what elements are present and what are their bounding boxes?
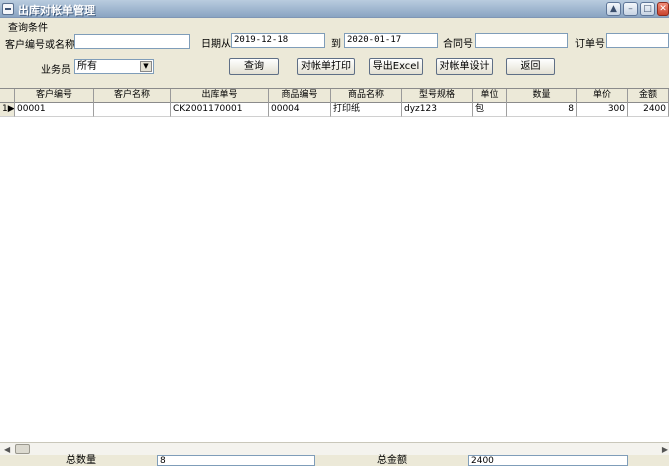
order-input[interactable] bbox=[606, 33, 669, 48]
totals-bar: 总数量 8 总金额 2400 bbox=[0, 455, 669, 466]
query-section-label: 查询条件 bbox=[8, 23, 48, 34]
order-label: 订单号 bbox=[575, 39, 605, 50]
export-excel-button[interactable]: 导出Excel bbox=[369, 58, 423, 75]
col-header[interactable]: 客户编号 bbox=[15, 89, 94, 103]
customer-label: 客户编号或名称 bbox=[5, 40, 75, 51]
date-from-input[interactable]: 2019-12-18 bbox=[231, 33, 325, 48]
cell-unit[interactable]: 包 bbox=[473, 103, 507, 117]
date-from-label: 日期从 bbox=[201, 39, 231, 50]
current-row-icon: ▶ bbox=[7, 104, 15, 114]
total-amount-value: 2400 bbox=[468, 455, 628, 466]
col-header[interactable]: 商品编号 bbox=[269, 89, 331, 103]
col-header[interactable]: 商品名称 bbox=[331, 89, 402, 103]
salesman-label: 业务员 bbox=[41, 65, 71, 76]
maximize-button[interactable]: □ bbox=[640, 2, 655, 16]
total-quantity-value: 8 bbox=[157, 455, 315, 466]
window-menu-icon[interactable] bbox=[2, 3, 14, 15]
title-bar[interactable]: 出库对帐单管理 ▲ – □ ✕ bbox=[0, 0, 669, 18]
scroll-up-icon[interactable]: ▲ bbox=[606, 2, 621, 16]
scroll-right-icon[interactable]: ▶ bbox=[662, 445, 668, 454]
close-button[interactable]: ✕ bbox=[657, 2, 669, 16]
statement-grid[interactable]: 客户编号 客户名称 出库单号 商品编号 商品名称 型号规格 单位 数量 单价 金… bbox=[0, 88, 669, 442]
cell-quantity[interactable]: 8 bbox=[507, 103, 577, 117]
contract-label: 合同号 bbox=[443, 39, 473, 50]
cell-price[interactable]: 300 bbox=[577, 103, 628, 117]
query-panel: 查询条件 客户编号或名称 日期从 2019-12-18 到 2020-01-17… bbox=[0, 18, 669, 88]
col-header[interactable]: 金额 bbox=[628, 89, 669, 103]
customer-input[interactable] bbox=[74, 34, 190, 49]
grid-header: 客户编号 客户名称 出库单号 商品编号 商品名称 型号规格 单位 数量 单价 金… bbox=[0, 89, 669, 103]
row-indicator[interactable]: 1▶ bbox=[0, 103, 15, 117]
row-indicator-header bbox=[0, 89, 15, 103]
cell-amount[interactable]: 2400 bbox=[628, 103, 669, 117]
cell-spec[interactable]: dyz123 bbox=[402, 103, 473, 117]
cell-customer-id[interactable]: 00001 bbox=[15, 103, 94, 117]
cell-product-name[interactable]: 打印纸 bbox=[331, 103, 402, 117]
salesman-select[interactable]: 所有 ▼ bbox=[74, 59, 154, 74]
col-header[interactable]: 单价 bbox=[577, 89, 628, 103]
chevron-down-icon[interactable]: ▼ bbox=[140, 61, 152, 72]
col-header[interactable]: 型号规格 bbox=[402, 89, 473, 103]
date-to-label: 到 bbox=[331, 39, 341, 50]
col-header[interactable]: 客户名称 bbox=[94, 89, 171, 103]
cell-customer-name[interactable] bbox=[94, 103, 171, 117]
date-to-input[interactable]: 2020-01-17 bbox=[344, 33, 438, 48]
scroll-left-icon[interactable]: ◀ bbox=[4, 445, 10, 454]
print-statement-button[interactable]: 对帐单打印 bbox=[297, 58, 355, 75]
col-header[interactable]: 出库单号 bbox=[171, 89, 269, 103]
cell-out-no[interactable]: CK2001170001 bbox=[171, 103, 269, 117]
back-button[interactable]: 返回 bbox=[506, 58, 555, 75]
col-header[interactable]: 单位 bbox=[473, 89, 507, 103]
horizontal-scrollbar[interactable]: ◀ ▶ bbox=[0, 442, 669, 455]
window-title: 出库对帐单管理 bbox=[18, 4, 95, 17]
total-amount-label: 总金额 bbox=[377, 455, 407, 466]
salesman-selected-value: 所有 bbox=[77, 61, 97, 72]
contract-input[interactable] bbox=[475, 33, 568, 48]
cell-product-id[interactable]: 00004 bbox=[269, 103, 331, 117]
minimize-button[interactable]: – bbox=[623, 2, 638, 16]
table-row[interactable]: 1▶ 00001 CK2001170001 00004 打印纸 dyz123 包… bbox=[0, 103, 669, 117]
col-header[interactable]: 数量 bbox=[507, 89, 577, 103]
scrollbar-thumb[interactable] bbox=[15, 444, 30, 454]
total-quantity-label: 总数量 bbox=[66, 455, 96, 466]
design-statement-button[interactable]: 对帐单设计 bbox=[436, 58, 493, 75]
search-button[interactable]: 查询 bbox=[229, 58, 279, 75]
